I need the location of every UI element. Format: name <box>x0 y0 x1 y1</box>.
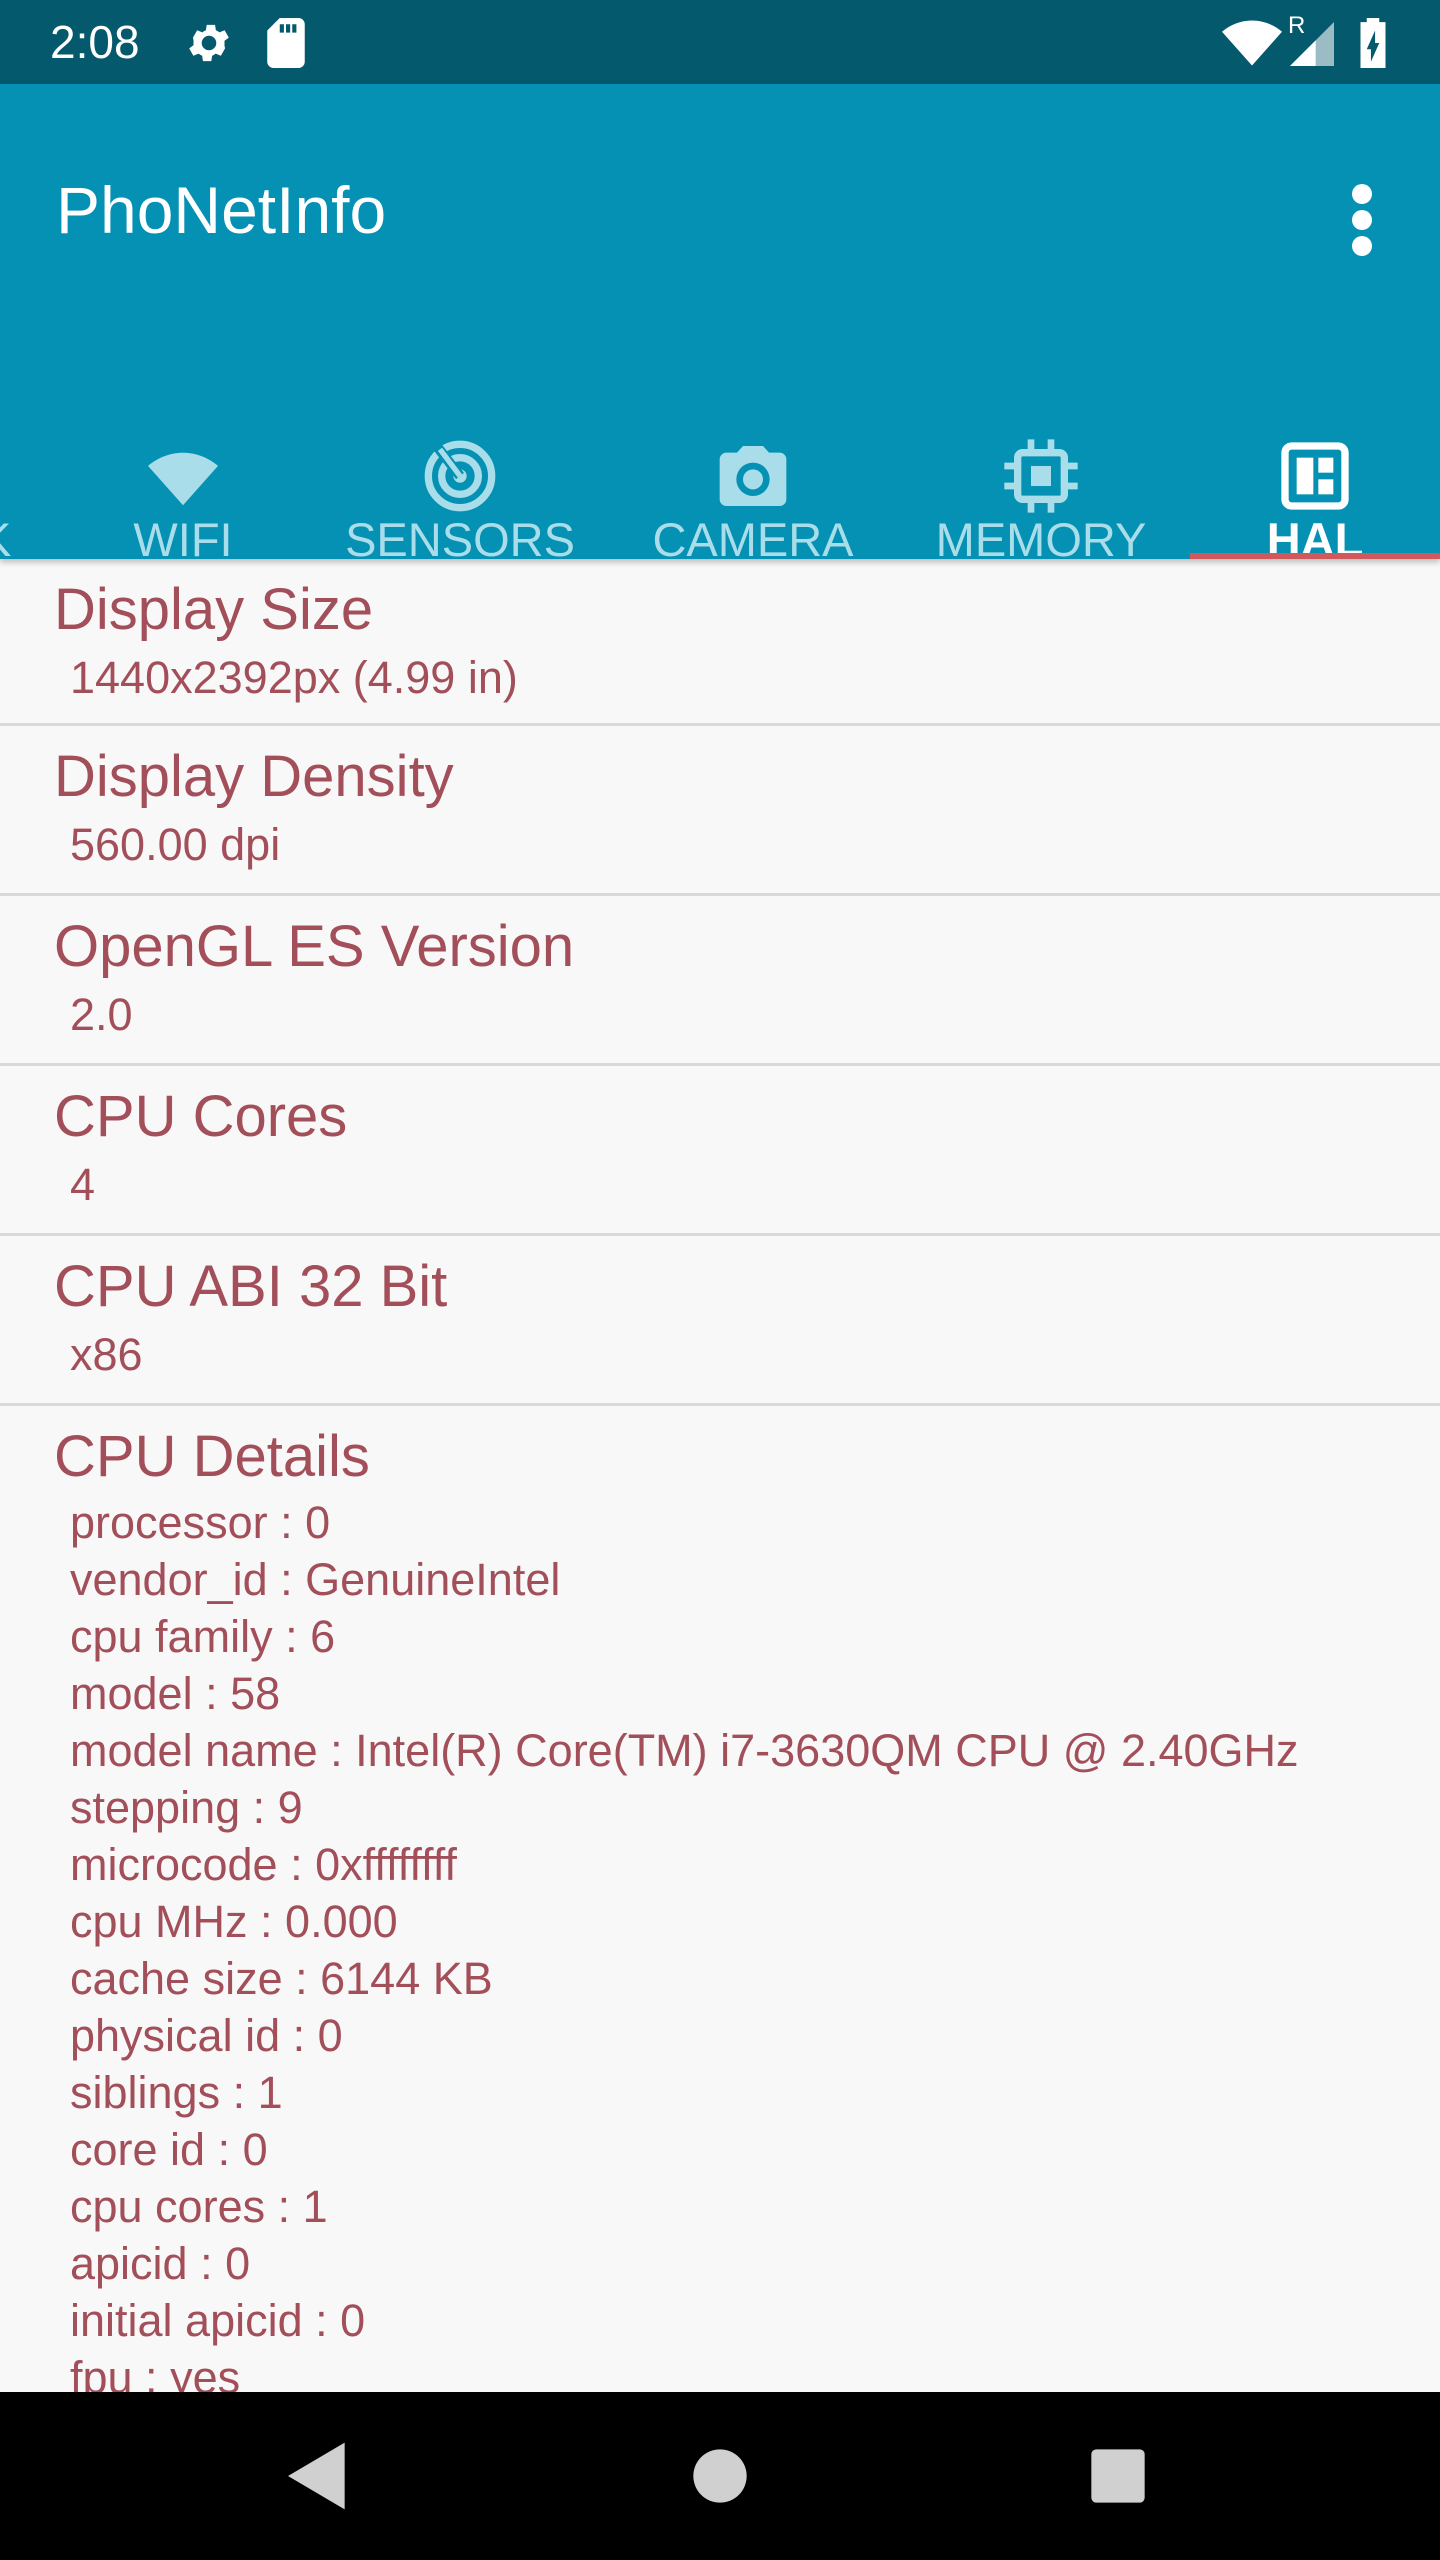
sensor-icon <box>424 440 496 512</box>
navigation-bar <box>0 2392 1440 2560</box>
tab-partial[interactable]: K <box>0 336 40 566</box>
tab-sensors[interactable]: SENSORS <box>340 336 580 566</box>
tab-hal[interactable]: HAL <box>1190 336 1440 566</box>
item-value: 560.00 dpi <box>70 819 281 870</box>
more-options-icon[interactable] <box>1332 180 1392 260</box>
tab-camera[interactable]: CAMERA <box>640 336 866 566</box>
detail-line: cpu family : 6 <box>70 1611 336 1662</box>
cpu-details-lines: processor : 0 vendor_id : GenuineIntel c… <box>54 1490 1440 2392</box>
wifi-icon <box>1222 20 1282 66</box>
item-value: x86 <box>70 1329 143 1380</box>
app-title: PhoNetInfo <box>56 173 387 247</box>
cell-signal-icon <box>1290 22 1334 66</box>
dashboard-icon <box>1281 442 1349 510</box>
item-title: CPU Cores <box>54 1084 348 1149</box>
back-icon[interactable] <box>278 2436 358 2516</box>
item-title: Display Density <box>54 744 454 809</box>
list-item-cpu-abi[interactable]: CPU ABI 32 Bit x86 <box>0 1236 1440 1406</box>
tab-memory[interactable]: MEMORY <box>920 336 1162 566</box>
sd-card-icon <box>267 18 305 68</box>
detail-line: microcode : 0xffffffff <box>70 1839 457 1890</box>
detail-line: cpu cores : 1 <box>70 2181 328 2232</box>
list-item-cpu-cores[interactable]: CPU Cores 4 <box>0 1066 1440 1236</box>
recents-icon[interactable] <box>1078 2436 1158 2516</box>
chip-icon <box>1004 439 1078 513</box>
item-title: Display Size <box>54 577 374 642</box>
list-item-display-size[interactable]: Display Size 1440x2392px (4.99 in) <box>0 559 1440 726</box>
status-time: 2:08 <box>50 16 140 68</box>
status-bar: 2:08 R <box>0 0 1440 84</box>
list-item-cpu-details[interactable]: CPU Details processor : 0 vendor_id : Ge… <box>0 1406 1440 2392</box>
item-value: 2.0 <box>70 989 133 1040</box>
gear-icon <box>189 24 229 62</box>
screen: 2:08 R PhoNetInfo K <box>0 0 1440 2560</box>
tab-wifi[interactable]: WIFI <box>90 336 276 566</box>
detail-line: physical id : 0 <box>70 2010 343 2061</box>
detail-line: siblings : 1 <box>70 2067 283 2118</box>
list-item-display-density[interactable]: Display Density 560.00 dpi <box>0 726 1440 896</box>
app-bar: PhoNetInfo K WIFI SENSORS <box>0 84 1440 566</box>
detail-line: core id : 0 <box>70 2124 268 2175</box>
item-value: 4 <box>70 1159 96 1210</box>
detail-line: fpu : yes <box>70 2352 241 2392</box>
item-title: CPU Details <box>54 1424 370 1489</box>
detail-line: processor : 0 <box>70 1497 331 1548</box>
list-item-opengl-version[interactable]: OpenGL ES Version 2.0 <box>0 896 1440 1066</box>
detail-line: apicid : 0 <box>70 2238 251 2289</box>
item-title: CPU ABI 32 Bit <box>54 1254 448 1319</box>
detail-line: cache size : 6144 KB <box>70 1953 493 2004</box>
detail-line: stepping : 9 <box>70 1782 303 1833</box>
home-icon[interactable] <box>680 2436 760 2516</box>
detail-line: vendor_id : GenuineIntel <box>70 1554 561 1605</box>
item-value: 1440x2392px (4.99 in) <box>70 652 518 703</box>
detail-line: model : 58 <box>70 1668 281 1719</box>
item-title: OpenGL ES Version <box>54 914 575 979</box>
wifi-icon <box>148 452 218 506</box>
detail-line: cpu MHz : 0.000 <box>70 1896 398 1947</box>
detail-line: model name : Intel(R) Core(TM) i7-3630QM… <box>70 1725 1299 1776</box>
info-list[interactable]: Display Size 1440x2392px (4.99 in) Displ… <box>0 559 1440 2392</box>
camera-icon <box>719 446 787 506</box>
detail-line: initial apicid : 0 <box>70 2295 366 2346</box>
battery-charging-icon <box>1360 18 1386 68</box>
